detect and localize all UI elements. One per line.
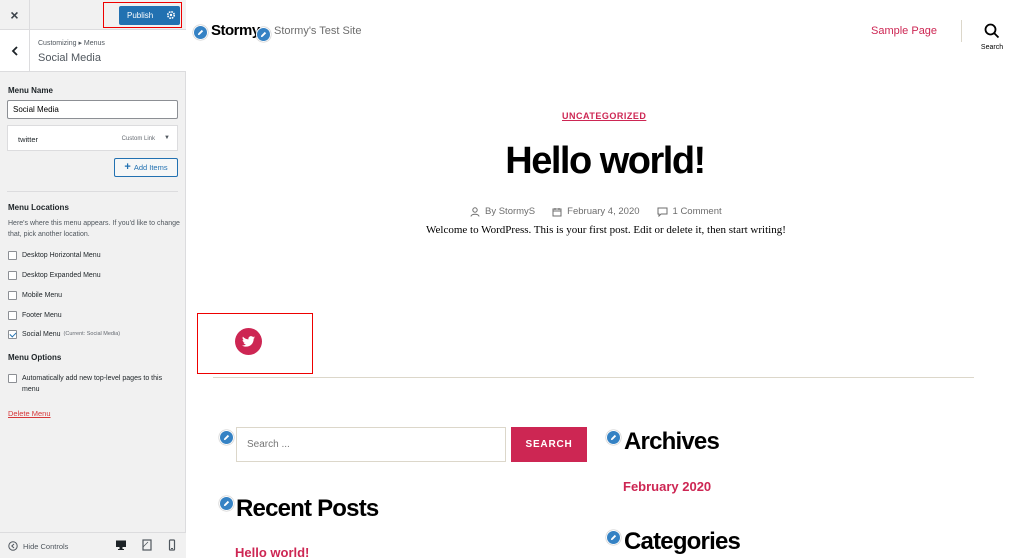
social-menu-highlight xyxy=(197,313,313,374)
post-meta: By StormyS February 4, 2020 1 Comment xyxy=(470,206,722,217)
checkbox[interactable] xyxy=(8,250,17,260)
menu-item-title: twitter xyxy=(18,135,39,144)
location-footer[interactable]: Footer Menu xyxy=(8,309,62,321)
archives-widget-title: Archives xyxy=(624,428,720,455)
tablet-preview-icon[interactable] xyxy=(141,539,153,551)
location-label: Social Menu xyxy=(22,330,61,338)
widget-search-input[interactable] xyxy=(236,427,506,462)
nav-item-sample-page[interactable]: Sample Page xyxy=(871,25,937,37)
recent-posts-widget-title: Recent Posts xyxy=(236,495,379,522)
edit-shortcut-icon[interactable] xyxy=(193,25,208,40)
twitter-link[interactable] xyxy=(235,328,262,355)
edit-shortcut-icon[interactable] xyxy=(256,27,271,42)
back-button[interactable] xyxy=(0,30,30,72)
auto-add-label: Automatically add new top-level pages to… xyxy=(22,375,163,393)
menu-options-title: Menu Options xyxy=(8,353,62,362)
mobile-preview-icon[interactable] xyxy=(166,539,178,551)
edit-shortcut-icon[interactable] xyxy=(606,530,621,545)
plus-icon: + xyxy=(124,161,131,173)
calendar-icon xyxy=(552,207,562,216)
location-desktop-expanded[interactable]: Desktop Expanded Menu xyxy=(8,269,101,281)
comment-icon xyxy=(657,207,668,217)
menu-item-twitter[interactable]: twitter Custom Link ▼ xyxy=(7,125,178,151)
edit-shortcut-icon[interactable] xyxy=(606,430,621,445)
location-label: Footer Menu xyxy=(22,311,62,319)
user-icon xyxy=(470,206,480,217)
post-date-text: February 4, 2020 xyxy=(567,206,640,217)
checkbox[interactable] xyxy=(8,270,17,280)
menu-locations-description: Here's where this menu appears. If you'd… xyxy=(8,220,180,238)
hide-controls-button[interactable]: Hide Controls xyxy=(8,541,68,551)
desktop-preview-icon[interactable] xyxy=(115,539,127,551)
location-label: Mobile Menu xyxy=(22,291,63,299)
archives-link[interactable]: February 2020 xyxy=(623,479,711,494)
gear-icon[interactable] xyxy=(166,10,176,20)
location-label: Desktop Expanded Menu xyxy=(22,271,101,279)
auto-add-option[interactable]: Automatically add new top-level pages to… xyxy=(8,373,177,395)
post-comments[interactable]: 1 Comment xyxy=(657,206,722,217)
post-category-link[interactable]: UNCATEGORIZED xyxy=(562,111,646,121)
post-excerpt: Welcome to WordPress. This is your first… xyxy=(426,224,786,236)
customizer-sidebar: × Publish Customizing ▸ Menus Social Med… xyxy=(0,0,186,558)
hide-controls-label: Hide Controls xyxy=(23,541,69,551)
separator xyxy=(213,377,974,378)
publish-highlight: Publish xyxy=(103,2,182,28)
delete-menu-link[interactable]: Delete Menu xyxy=(8,409,51,418)
post-date[interactable]: February 4, 2020 xyxy=(552,206,640,217)
categories-widget-title: Categories xyxy=(624,528,741,555)
checkbox[interactable] xyxy=(8,310,17,320)
recent-post-link[interactable]: Hello world! xyxy=(235,545,309,558)
location-note: (Current: Social Media) xyxy=(63,331,121,337)
checkbox-checked[interactable] xyxy=(8,329,17,339)
location-desktop-horizontal[interactable]: Desktop Horizontal Menu xyxy=(8,249,101,261)
chevron-left-icon xyxy=(11,46,18,56)
add-items-label: Add Items xyxy=(133,163,168,172)
collapse-icon xyxy=(8,541,18,551)
search-icon xyxy=(984,23,1000,39)
section-header: Customizing ▸ Menus Social Media xyxy=(0,30,186,72)
location-social[interactable]: Social Menu (Current: Social Media) xyxy=(8,328,120,340)
publish-label: Publish xyxy=(127,11,154,20)
menu-name-label: Menu Name xyxy=(8,86,53,95)
site-preview: Stormy Stormy's Test Site Sample Page Se… xyxy=(186,0,1024,558)
breadcrumb: Customizing ▸ Menus xyxy=(38,40,105,47)
divider xyxy=(7,191,178,192)
checkbox[interactable] xyxy=(8,290,17,300)
checkbox[interactable] xyxy=(8,374,17,383)
site-description: Stormy's Test Site xyxy=(274,25,362,37)
section-title: Social Media xyxy=(38,52,101,64)
twitter-icon xyxy=(242,336,255,347)
post-author[interactable]: By StormyS xyxy=(470,206,535,217)
search-toggle-button[interactable]: Search xyxy=(976,22,1008,54)
customizer-header: × Publish xyxy=(0,0,186,30)
menu-item-type: Custom Link xyxy=(121,136,155,142)
edit-shortcut-icon[interactable] xyxy=(219,496,234,511)
edit-shortcut-icon[interactable] xyxy=(219,430,234,445)
post-title[interactable]: Hello world! xyxy=(186,140,1024,183)
post-author-text: By StormyS xyxy=(485,206,536,217)
menu-locations-title: Menu Locations xyxy=(8,203,69,212)
site-title[interactable]: Stormy xyxy=(211,22,260,39)
post-comments-text: 1 Comment xyxy=(672,206,722,217)
widget-search-button[interactable]: SEARCH xyxy=(511,427,587,462)
publish-button[interactable]: Publish xyxy=(119,6,180,25)
add-items-button[interactable]: + Add Items xyxy=(114,158,178,177)
chevron-down-icon[interactable]: ▼ xyxy=(164,135,170,141)
customizer-footer: Hide Controls xyxy=(0,532,186,558)
location-label: Desktop Horizontal Menu xyxy=(22,251,101,259)
close-customizer-button[interactable]: × xyxy=(0,0,30,30)
location-mobile[interactable]: Mobile Menu xyxy=(8,289,62,301)
menu-name-input[interactable] xyxy=(7,100,178,119)
header-divider xyxy=(961,20,962,42)
search-toggle-label: Search xyxy=(980,44,1004,51)
